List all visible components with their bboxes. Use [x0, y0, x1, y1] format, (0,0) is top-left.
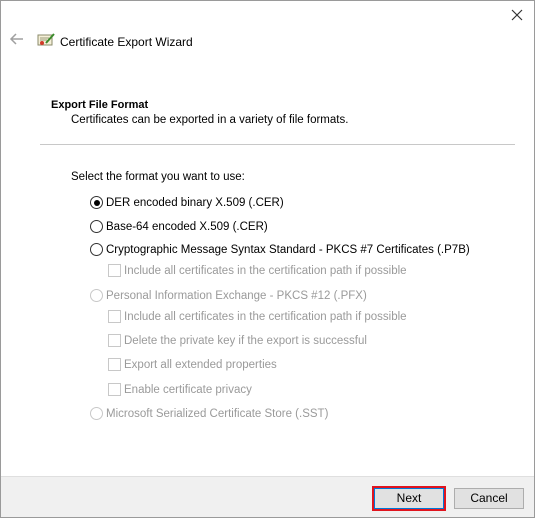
radio-pkcs12-pfx: Personal Information Exchange - PKCS #12… [90, 289, 367, 302]
cancel-button[interactable]: Cancel [454, 488, 524, 509]
checkbox-delete-private-key: Delete the private key if the export is … [108, 334, 367, 347]
option-label: Base-64 encoded X.509 (.CER) [106, 220, 268, 233]
title-bar: Certificate Export Wizard [1, 1, 534, 63]
checkbox-indicator [108, 383, 121, 396]
separator [40, 144, 515, 145]
option-label: Include all certificates in the certific… [124, 310, 407, 323]
section-description: Certificates can be exported in a variet… [71, 114, 349, 126]
option-label: Include all certificates in the certific… [124, 264, 407, 277]
wizard-content: Export File Format Certificates can be e… [1, 63, 534, 476]
close-icon [511, 9, 523, 21]
back-arrow-icon [9, 33, 23, 45]
checkbox-export-extended-properties: Export all extended properties [108, 358, 277, 371]
format-prompt: Select the format you want to use: [71, 171, 245, 183]
checkbox-pfx-include-path: Include all certificates in the certific… [108, 310, 407, 323]
section-title: Export File Format [51, 99, 149, 111]
checkbox-indicator [108, 334, 121, 347]
certificate-export-wizard-window: Certificate Export Wizard Export File Fo… [0, 0, 535, 518]
checkbox-indicator [108, 264, 121, 277]
radio-serialized-store-sst: Microsoft Serialized Certificate Store (… [90, 407, 328, 420]
checkbox-indicator [108, 358, 121, 371]
option-label: DER encoded binary X.509 (.CER) [106, 196, 284, 209]
radio-der-cer[interactable]: DER encoded binary X.509 (.CER) [90, 196, 284, 209]
checkbox-p7b-include-path: Include all certificates in the certific… [108, 264, 407, 277]
option-label: Export all extended properties [124, 358, 277, 371]
checkbox-enable-certificate-privacy: Enable certificate privacy [108, 383, 252, 396]
radio-indicator [90, 407, 103, 420]
certificate-icon [37, 32, 55, 48]
radio-indicator[interactable] [90, 220, 103, 233]
radio-indicator [90, 289, 103, 302]
radio-pkcs7-p7b[interactable]: Cryptographic Message Syntax Standard - … [90, 243, 470, 256]
radio-base64-cer[interactable]: Base-64 encoded X.509 (.CER) [90, 220, 268, 233]
next-button[interactable]: Next [374, 488, 444, 509]
radio-indicator[interactable] [90, 196, 103, 209]
radio-indicator[interactable] [90, 243, 103, 256]
option-label: Personal Information Exchange - PKCS #12… [106, 289, 367, 302]
close-button[interactable] [506, 4, 528, 26]
wizard-footer: Next Cancel [1, 476, 534, 517]
option-label: Delete the private key if the export is … [124, 334, 367, 347]
option-label: Cryptographic Message Syntax Standard - … [106, 243, 470, 256]
option-label: Enable certificate privacy [124, 383, 252, 396]
option-label: Microsoft Serialized Certificate Store (… [106, 407, 329, 420]
wizard-title: Certificate Export Wizard [60, 35, 193, 49]
back-button[interactable] [9, 31, 27, 49]
checkbox-indicator [108, 310, 121, 323]
